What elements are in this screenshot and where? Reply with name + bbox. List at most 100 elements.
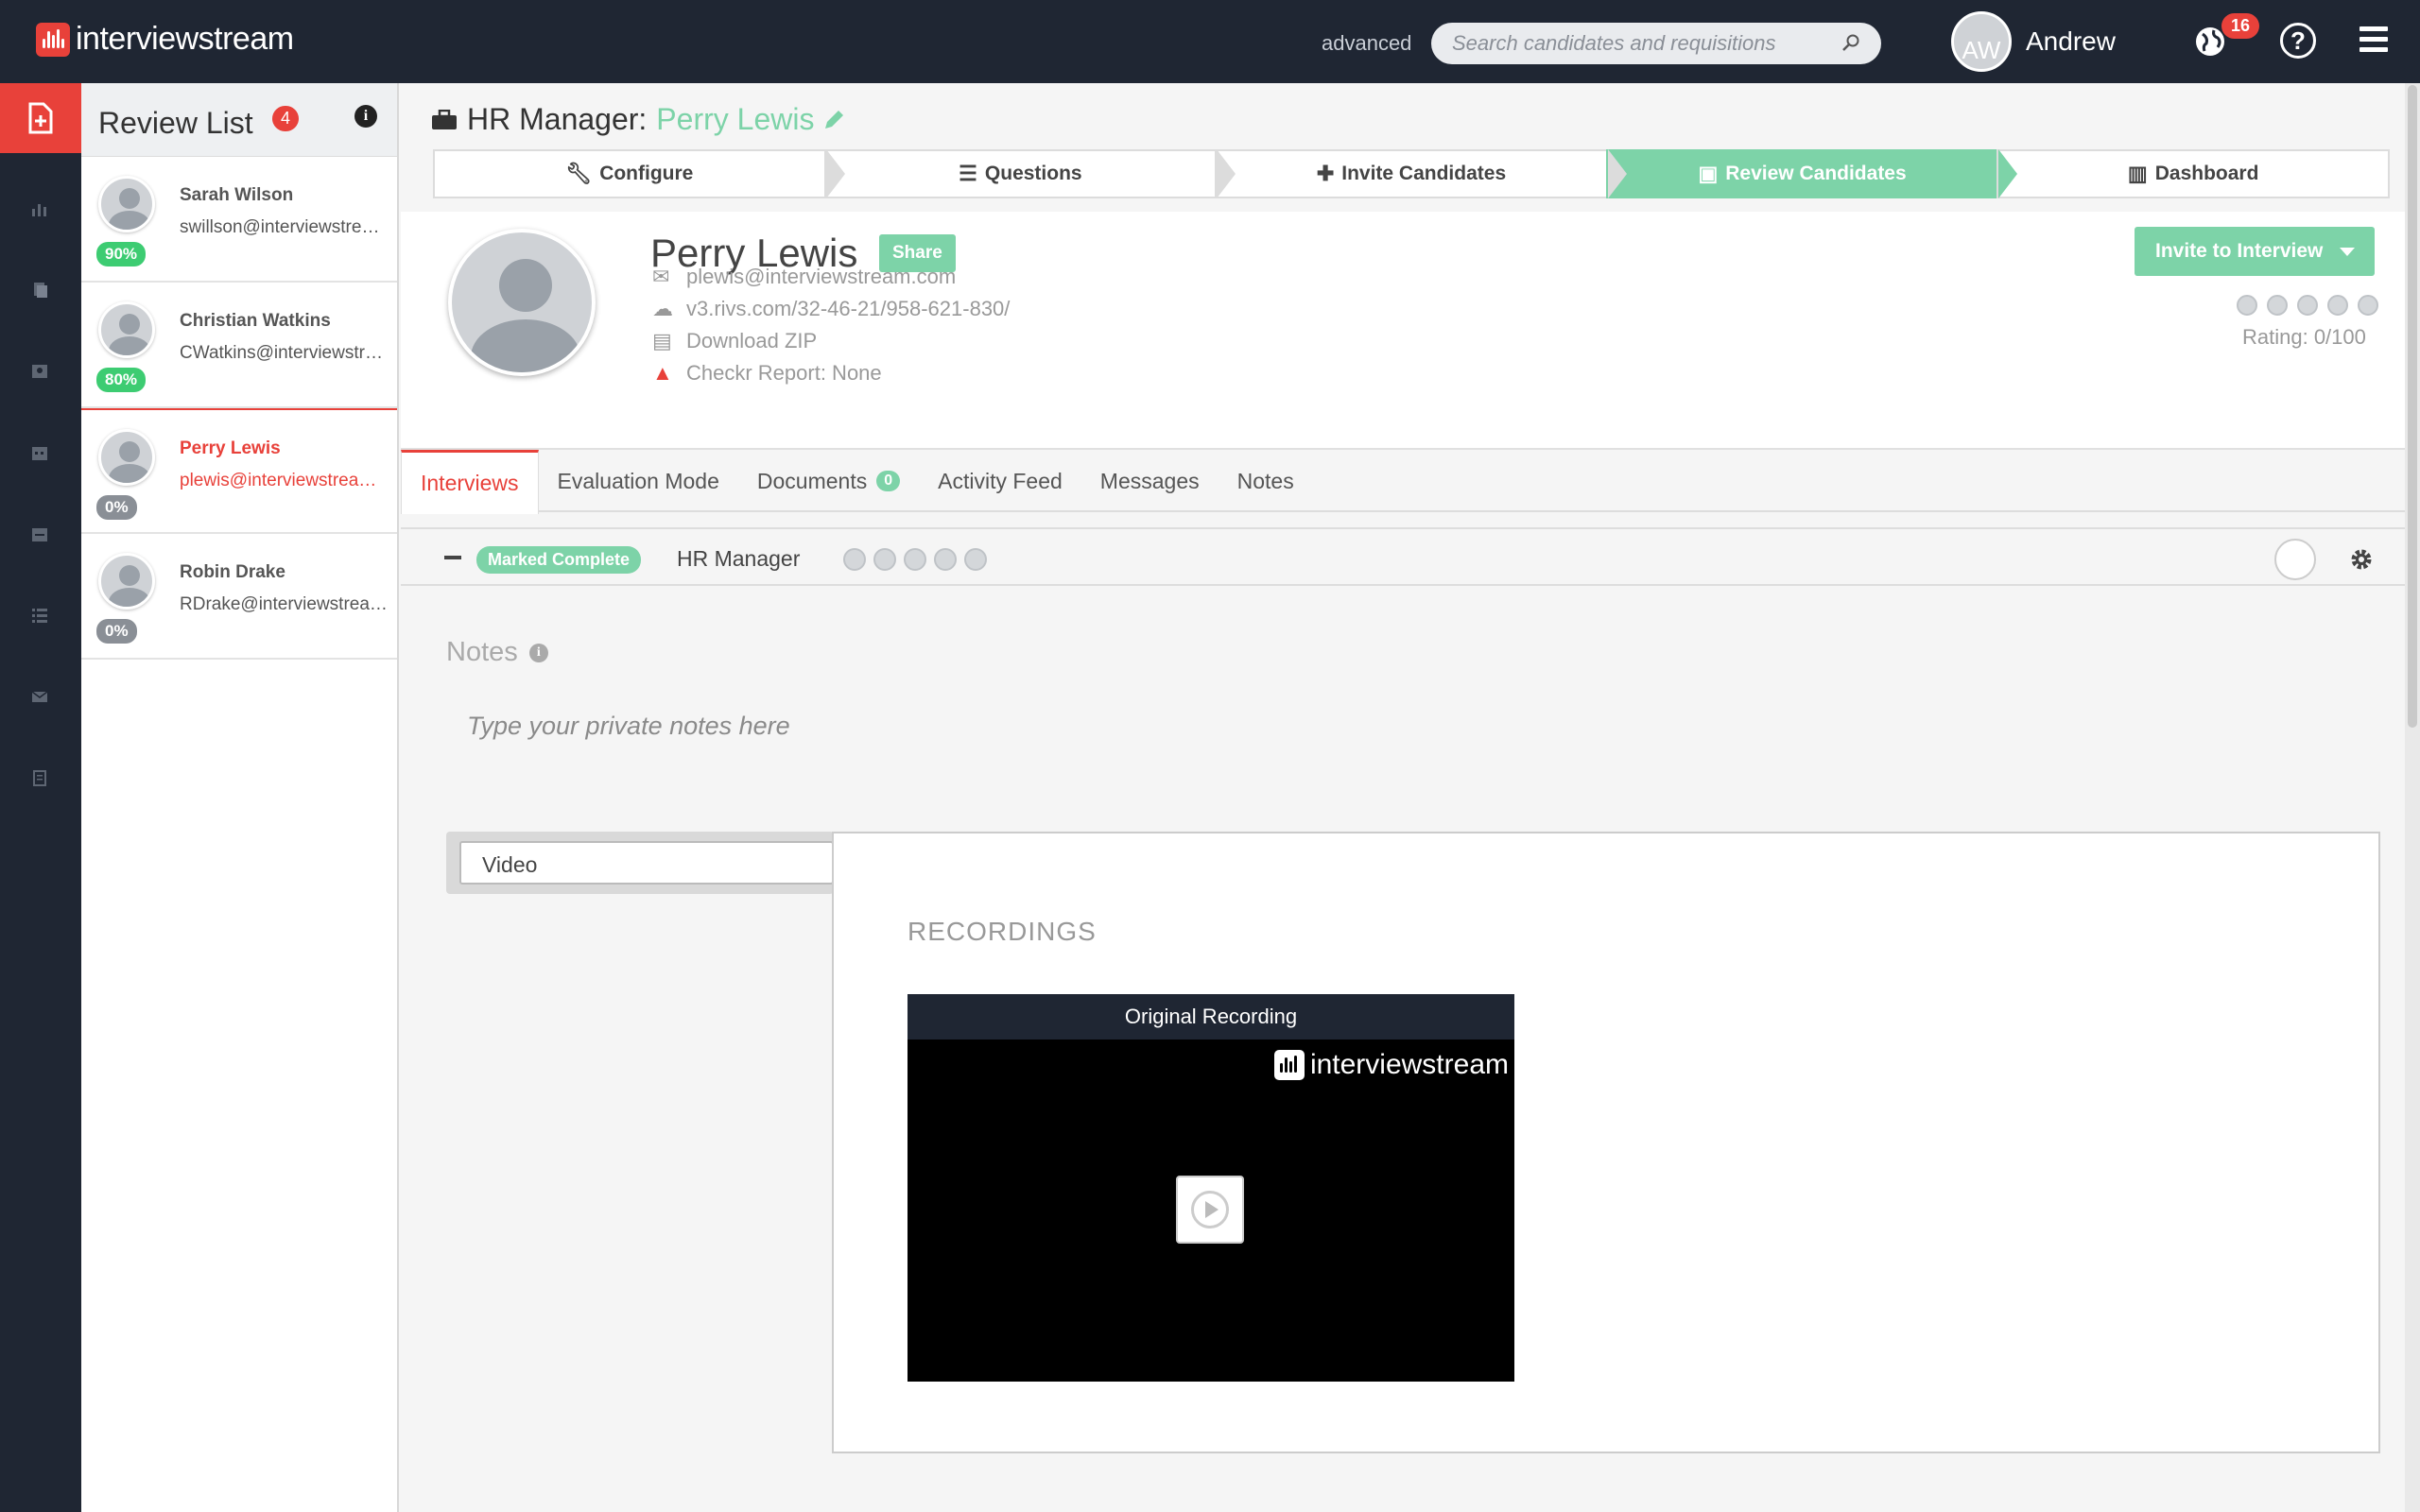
candidate-share-link[interactable]: v3.rivs.com/32-46-21/958-621-830/	[686, 297, 1010, 321]
bar-chart-icon: ▥	[2127, 162, 2148, 185]
user-avatar[interactable]: AW	[1951, 11, 2012, 72]
tab-label: Notes	[1236, 468, 1294, 493]
candidate-email: RDrake@interviewstream.com	[180, 594, 388, 614]
logo-text: interviewstream	[76, 21, 294, 57]
status-badge: Marked Complete	[476, 546, 642, 574]
invite-button-label: Invite to Interview	[2155, 240, 2324, 262]
search-input[interactable]	[1452, 23, 1830, 64]
candidate-item-sarah-wilson[interactable]: 90% Sarah Wilson swillson@interviewstrea…	[81, 157, 397, 283]
envelope-icon: ✉	[652, 265, 670, 288]
user-name[interactable]: Andrew	[2026, 26, 2116, 57]
search-box	[1431, 23, 1881, 64]
top-bar: interviewstream advanced AW Andrew 16 ?	[0, 0, 2420, 83]
rating-dot[interactable]	[2297, 295, 2318, 316]
rating-dot[interactable]	[2267, 295, 2288, 316]
main-content: HR Manager: Perry Lewis 🔧︎ Configure ☰ Que…	[401, 83, 2405, 1512]
scrollbar-thumb[interactable]	[2408, 85, 2417, 728]
rating-dot[interactable]	[904, 548, 926, 571]
candidate-email: plewis@interviewstream.com	[180, 471, 388, 490]
step-questions[interactable]: ☰ Questions	[823, 149, 1236, 198]
contact-card-icon[interactable]	[31, 363, 48, 380]
tab-video[interactable]: Video	[459, 841, 834, 885]
candidate-link-row[interactable]: ☁ v3.rivs.com/32-46-21/958-621-830/	[652, 297, 1010, 321]
rating-text: Rating: 0/100	[2242, 325, 2366, 349]
tab-evaluation-mode[interactable]: Evaluation Mode	[539, 450, 738, 512]
private-notes-input[interactable]	[446, 688, 2384, 764]
candidate-item-perry-lewis[interactable]: 0% Perry Lewis plewis@interviewstream.co…	[81, 408, 397, 534]
briefcase-icon	[432, 109, 457, 129]
invite-to-interview-button[interactable]: Invite to Interview	[2135, 227, 2375, 276]
job-candidate-name: Perry Lewis	[656, 102, 815, 136]
rating-dot[interactable]	[934, 548, 957, 571]
rating-stars[interactable]	[2227, 295, 2378, 316]
page-title: HR Manager: Perry Lewis	[431, 102, 846, 137]
candidate-name: Perry Lewis	[180, 438, 281, 458]
rating-dot[interactable]	[843, 548, 866, 571]
candidate-name: Christian Watkins	[180, 311, 331, 331]
candidate-avatar	[98, 553, 155, 610]
step-configure[interactable]: 🔧︎ Configure	[433, 149, 845, 198]
candidate-name: Robin Drake	[180, 562, 285, 582]
candidate-profile: Perry Lewis Share ✉ plewis@interviewstre…	[401, 212, 2405, 450]
rating-dot[interactable]	[873, 548, 896, 571]
recordings-title: RECORDINGS	[908, 917, 1097, 946]
tab-documents[interactable]: Documents 0	[738, 450, 919, 512]
checkr-report-status: Checkr Report: None	[686, 361, 882, 385]
rating-dot[interactable]	[964, 548, 987, 571]
notes-heading: Notes i	[446, 637, 548, 668]
candidate-email-link[interactable]: plewis@interviewstream.com	[686, 265, 956, 289]
documents-icon[interactable]	[31, 282, 48, 299]
tab-label: Interviews	[421, 471, 519, 495]
menu-icon[interactable]	[2360, 26, 2388, 53]
envelope-icon[interactable]	[31, 688, 48, 705]
step-dashboard[interactable]: ▥ Dashboard	[1996, 149, 2390, 198]
review-list-title: Review List	[98, 106, 253, 140]
tab-activity-feed[interactable]: Activity Feed	[919, 450, 1081, 512]
download-zip-link[interactable]: Download ZIP	[686, 329, 817, 353]
clipboard-icon[interactable]	[31, 769, 48, 786]
new-requisition-button[interactable]	[0, 83, 81, 153]
candidate-tabs: Interviews Evaluation Mode Documents 0 Ac…	[401, 450, 2405, 514]
interview-row: Marked Complete HR Manager	[401, 527, 2405, 586]
rating-dot[interactable]	[2358, 295, 2378, 316]
logo[interactable]: interviewstream	[36, 21, 294, 58]
watermark-text: interviewstream	[1309, 1049, 1509, 1080]
advanced-search-link[interactable]: advanced	[1322, 31, 1411, 56]
candidate-item-christian-watkins[interactable]: 80% Christian Watkins CWatkins@interview…	[81, 283, 397, 408]
search-icon[interactable]	[1841, 33, 1860, 52]
media-tabs: Video	[446, 832, 834, 894]
warning-icon: ▲	[652, 361, 673, 385]
schedule-icon[interactable]	[31, 525, 48, 542]
info-icon[interactable]: i	[528, 643, 548, 662]
tab-messages[interactable]: Messages	[1081, 450, 1219, 512]
calendar-icon[interactable]	[31, 444, 48, 461]
tab-label: Messages	[1099, 468, 1200, 493]
tab-notes[interactable]: Notes	[1219, 450, 1313, 512]
collapse-icon[interactable]	[444, 556, 461, 559]
help-icon[interactable]: ?	[2280, 23, 2316, 59]
candidate-avatar	[98, 301, 155, 358]
tab-interviews[interactable]: Interviews	[401, 450, 539, 514]
page-scrollbar[interactable]	[2405, 83, 2420, 1512]
candidate-avatar	[98, 176, 155, 232]
rating-dot[interactable]	[2237, 295, 2257, 316]
candidate-item-robin-drake[interactable]: 0% Robin Drake RDrake@interviewstream.co…	[81, 534, 397, 660]
pencil-icon[interactable]	[821, 108, 846, 132]
step-review-candidates[interactable]: ▣ Review Candidates	[1605, 149, 2017, 198]
rating-dot[interactable]	[2327, 295, 2348, 316]
download-zip-row[interactable]: ▤ Download ZIP	[652, 329, 817, 353]
gear-icon[interactable]	[2348, 546, 2375, 573]
status-circle-icon[interactable]	[2274, 539, 2316, 580]
step-invite-candidates[interactable]: ✚ Invite Candidates	[1215, 149, 1627, 198]
interview-rating[interactable]	[836, 548, 987, 571]
bar-chart-icon[interactable]	[31, 200, 48, 217]
info-icon[interactable]: i	[354, 105, 377, 128]
play-button[interactable]	[1176, 1176, 1244, 1244]
video-player[interactable]: Original Recording interviewstream	[908, 994, 1514, 1382]
candidate-email-row[interactable]: ✉ plewis@interviewstream.com	[652, 265, 956, 289]
candidate-email: swillson@interviewstream.com	[180, 217, 388, 237]
left-rail	[0, 83, 81, 1512]
list-icon[interactable]	[31, 607, 48, 624]
cloud-icon: ☁	[652, 297, 673, 320]
notification-badge[interactable]: 16	[2221, 13, 2260, 39]
